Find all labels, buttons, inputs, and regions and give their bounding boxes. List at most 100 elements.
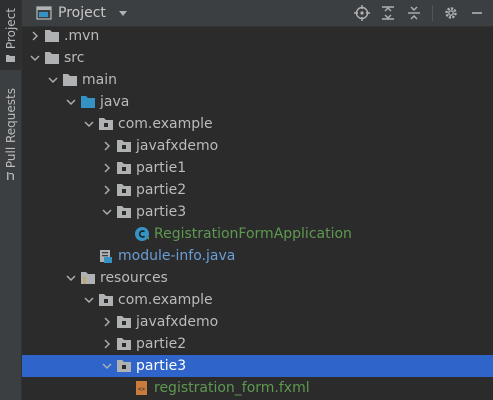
collapse-toggle[interactable]	[84, 295, 94, 305]
pull-requests-tool-tab-label: Pull Requests	[3, 87, 18, 169]
chevron-down-icon[interactable]	[48, 75, 58, 85]
folder-icon	[6, 54, 15, 62]
source-folder-icon	[80, 94, 96, 110]
tree-item-label: resources	[100, 270, 168, 286]
folder-icon	[44, 50, 60, 66]
tree-item[interactable]: RegistrationFormApplication	[22, 223, 493, 245]
tree-item[interactable]: java	[22, 91, 493, 113]
chevron-right-icon[interactable]	[30, 31, 40, 41]
tree-item[interactable]: resources	[22, 267, 493, 289]
chevron-down-icon[interactable]	[66, 97, 76, 107]
tree-item-label: partie2	[136, 336, 187, 352]
tree-item[interactable]: partie1	[22, 157, 493, 179]
collapse-toggle[interactable]	[48, 75, 58, 85]
folder-icon	[44, 28, 60, 44]
tree-item-label: partie2	[136, 182, 187, 198]
tree-item-label: java	[100, 94, 130, 110]
project-tool-tab[interactable]: Project	[0, 0, 21, 70]
tree-item-label: module-info.java	[118, 248, 236, 264]
tree-item-label: src	[64, 50, 85, 66]
tree-item[interactable]: partie2	[22, 179, 493, 201]
collapse-toggle[interactable]	[66, 273, 76, 283]
settings-icon[interactable]	[443, 5, 459, 21]
chevron-right-icon[interactable]	[102, 339, 112, 349]
tree-item-label: .mvn	[64, 28, 100, 44]
tree-item[interactable]: partie3	[22, 201, 493, 223]
java-class-icon	[134, 226, 150, 242]
tree-item-label: javafxdemo	[136, 314, 219, 330]
expand-toggle[interactable]	[30, 31, 40, 41]
chevron-down-icon[interactable]	[66, 273, 76, 283]
tree-item[interactable]: com.example	[22, 289, 493, 311]
module-info-icon	[98, 248, 114, 264]
chevron-down-icon[interactable]	[84, 295, 94, 305]
package-icon	[116, 160, 132, 176]
tree-item-label: partie3	[136, 358, 187, 374]
chevron-right-icon[interactable]	[102, 163, 112, 173]
tree-item-label: partie1	[136, 160, 187, 176]
package-icon	[116, 138, 132, 154]
project-view-title: Project	[58, 5, 106, 21]
project-tree[interactable]: .mvn src main java com.example javafxdemo part…	[22, 26, 493, 400]
hide-icon[interactable]	[469, 5, 485, 21]
package-icon	[98, 292, 114, 308]
tree-item[interactable]: javafxdemo	[22, 311, 493, 333]
package-icon	[116, 336, 132, 352]
collapse-all-icon[interactable]	[406, 5, 422, 21]
tool-window-strip: Project Pull Requests	[0, 0, 22, 400]
tree-item-label: partie3	[136, 204, 187, 220]
project-panel-header: Project	[22, 0, 493, 27]
collapse-toggle[interactable]	[66, 97, 76, 107]
folder-icon	[62, 72, 78, 88]
resources-folder-icon	[80, 270, 96, 286]
pull-request-icon	[7, 172, 14, 181]
package-icon	[116, 358, 132, 374]
tree-item-label: registration_form.fxml	[154, 380, 310, 396]
package-icon	[116, 204, 132, 220]
chevron-right-icon[interactable]	[102, 141, 112, 151]
project-window-icon	[36, 6, 52, 20]
expand-all-icon[interactable]	[380, 5, 396, 21]
project-tool-tab-label: Project	[3, 8, 18, 50]
tree-item[interactable]: src	[22, 47, 493, 69]
tree-item[interactable]: com.example	[22, 113, 493, 135]
collapse-toggle[interactable]	[30, 53, 40, 63]
chevron-down-icon[interactable]	[30, 53, 40, 63]
tree-item[interactable]: <> registration_form.fxml	[22, 377, 493, 399]
tree-item[interactable]: partie2	[22, 333, 493, 355]
tree-item-label: javafxdemo	[136, 138, 219, 154]
chevron-right-icon[interactable]	[102, 317, 112, 327]
tree-item[interactable]: main	[22, 69, 493, 91]
expand-toggle[interactable]	[102, 317, 112, 327]
chevron-down-icon[interactable]	[102, 207, 112, 217]
pull-requests-tool-tab[interactable]: Pull Requests	[0, 84, 21, 184]
locate-icon[interactable]	[354, 5, 370, 21]
tree-item[interactable]: javafxdemo	[22, 135, 493, 157]
expand-toggle[interactable]	[102, 141, 112, 151]
fxml-file-icon: <>	[134, 380, 150, 396]
tree-item[interactable]: .mvn	[22, 25, 493, 47]
project-view-selector[interactable]: Project	[36, 0, 128, 26]
expand-toggle[interactable]	[102, 339, 112, 349]
package-icon	[116, 182, 132, 198]
package-icon	[98, 116, 114, 132]
chevron-right-icon[interactable]	[102, 185, 112, 195]
tree-item-label: main	[82, 72, 117, 88]
svg-text:<>: <>	[138, 386, 146, 393]
package-icon	[116, 314, 132, 330]
tree-item-label: com.example	[118, 116, 213, 132]
chevron-down-icon[interactable]	[102, 361, 112, 371]
expand-toggle[interactable]	[102, 163, 112, 173]
tree-item[interactable]: partie3	[22, 355, 493, 377]
caret-down-icon[interactable]	[118, 8, 128, 18]
collapse-toggle[interactable]	[102, 361, 112, 371]
header-toolbar	[354, 0, 485, 26]
expand-toggle[interactable]	[102, 185, 112, 195]
collapse-toggle[interactable]	[102, 207, 112, 217]
collapse-toggle[interactable]	[84, 119, 94, 129]
toolbar-separator	[432, 5, 433, 21]
tree-item-label: com.example	[118, 292, 213, 308]
tree-item-label: RegistrationFormApplication	[154, 226, 352, 242]
chevron-down-icon[interactable]	[84, 119, 94, 129]
tree-item[interactable]: module-info.java	[22, 245, 493, 267]
